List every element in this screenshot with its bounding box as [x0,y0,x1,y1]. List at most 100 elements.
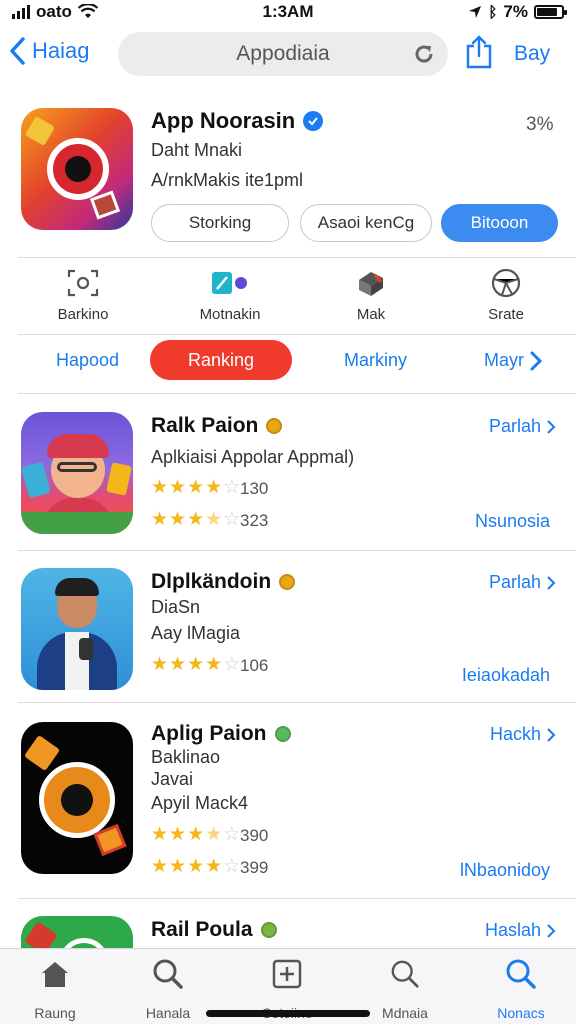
star-icon: ★ [187,509,205,530]
star-icon: ☆ [223,856,241,877]
star-icon: ★ [151,654,169,675]
battery-percent: 7% [503,2,528,21]
category-motnakin[interactable]: Motnakin [170,266,290,323]
buy-button[interactable]: Bay [514,42,550,66]
category-mak[interactable]: Mak [311,266,431,323]
divider [18,393,576,394]
divider [18,898,576,899]
star-icon: ★ [205,477,223,498]
rating-stars: ★ ★ ★ ★ ☆ [151,857,240,876]
box-icon [359,272,383,296]
asaoi-button[interactable]: Asaoi kenCg [300,204,432,242]
rating-stars: ★ ★ ★ ★ ☆ [151,478,240,497]
chevron-right-icon [547,575,556,590]
list-item[interactable]: Aplig Paion Baklinao Javai Apyil Mack4 ★… [0,718,576,898]
tab-raung[interactable]: Raung [0,957,110,1021]
verified-icon [303,111,324,131]
globe-icon [491,268,521,298]
rating-stars: ★ ★ ★ ★ ☆ [151,825,240,844]
star-icon: ★ [169,654,187,675]
search-text: Appodiaia [236,42,330,65]
app-icon [21,568,133,690]
tab-label: Nonacs [497,1005,545,1021]
detail-link[interactable]: Parlah [489,416,556,437]
star-icon: ★ [187,477,205,498]
app-tag: lNbaonidoy [459,860,550,880]
get-button[interactable]: Bitooon [441,204,558,242]
star-icon: ☆ [223,654,241,675]
rating-stars: ★ ★ ★ ★ ☆ [151,510,240,529]
home-indicator[interactable] [206,1010,370,1017]
chart-icon [212,272,247,294]
app-tag: Nsunosia [474,511,550,531]
segment-hapood[interactable]: Hapood [56,350,119,371]
star-icon: ★ [187,824,205,845]
divider [18,550,576,551]
star-icon: ★ [151,477,169,498]
featured-app-title[interactable]: App Noorasin [151,108,324,134]
detail-link[interactable]: Haslah [485,920,556,941]
category-srate[interactable]: Srate [446,266,566,323]
app-developer: Baklinao [151,747,221,767]
status-dot-icon [274,726,291,742]
list-item[interactable]: Ralk Paion Aplkiaisi Appolar Appmal) ★ ★ ★… [0,410,576,550]
star-icon: ★ [151,509,169,530]
app-description: Aplkiaisi Appolar Appmal) [151,447,355,467]
star-icon: ★ [151,856,169,877]
chevron-right-icon [547,419,556,434]
share-icon[interactable] [465,34,493,70]
status-dot-icon [279,574,296,590]
divider [18,257,576,258]
segment-more[interactable]: Mayr [484,350,542,371]
app-description: Aay lMagia [151,623,241,643]
featured-app-icon[interactable] [21,108,133,230]
divider [18,334,576,335]
app-description: Apyil Mack4 [151,793,249,813]
rating-count: 106 [240,656,269,675]
list-item[interactable]: Rail Poula Haslah [0,912,576,952]
category-barkino[interactable]: Barkino [23,266,143,323]
star-icon: ★ [205,824,223,845]
detail-link[interactable]: Parlah [489,572,556,593]
back-label: Haiag [32,38,90,63]
category-label: Srate [488,306,524,323]
app-icon [21,412,133,534]
search-icon [391,960,419,988]
search-icon [153,959,183,989]
scan-icon [67,269,99,297]
rating-count: 390 [240,826,269,845]
category-label: Mak [356,306,386,323]
star-icon: ☆ [223,509,241,530]
star-icon: ★ [205,509,223,530]
star-icon: ★ [151,824,169,845]
star-icon: ★ [187,856,205,877]
app-title: Ralk Paion [151,414,283,438]
star-icon: ★ [205,856,223,877]
plus-square-icon [272,959,302,989]
bluetooth-icon: ᛒ [488,3,498,21]
detail-link[interactable]: Hackh [490,724,556,745]
rating-count: 399 [240,858,269,877]
reload-icon[interactable] [412,42,436,66]
segment-ranking[interactable]: Ranking [150,340,292,380]
chevron-left-icon [10,37,25,65]
tab-nonacs[interactable]: Nonacs [466,957,576,1021]
segment-markiny[interactable]: Markiny [344,350,407,371]
segment-control: Hapood Ranking Markiny Mayr [0,340,576,384]
featured-meta: A/rnkMakis ite1pml [151,170,304,190]
category-bar: Barkino Motnakin Mak Srate [0,266,576,336]
app-category: Javai [151,769,194,789]
category-label: Barkino [57,306,109,323]
star-icon: ★ [169,509,187,530]
star-icon: ☆ [223,477,241,498]
search-icon [506,959,536,989]
search-field[interactable]: Appodiaia [118,32,448,76]
status-dot-icon [260,922,277,938]
storking-button[interactable]: Storking [151,204,289,242]
featured-app: App Noorasin 3% Daht Mnaki A/rnkMakis it… [0,100,576,260]
star-icon: ★ [205,654,223,675]
app-icon [21,916,133,952]
rating-count: 130 [240,479,269,498]
list-item[interactable]: Dlplkändoin DiaSn Aay lMagia ★ ★ ★ ★ ☆ 106 P… [0,566,576,702]
back-button[interactable]: Haiag [8,36,89,66]
